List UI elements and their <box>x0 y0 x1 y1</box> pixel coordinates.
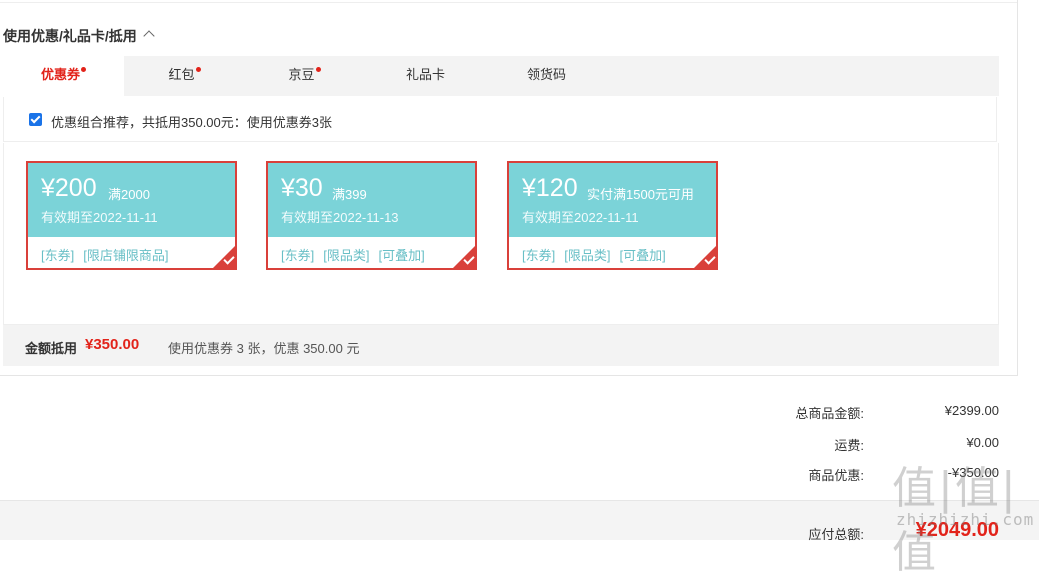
tab-label: 优惠券 <box>40 67 80 82</box>
notification-dot-icon <box>315 67 321 72</box>
coupon-tags: [东券] [限店铺限商品] <box>41 245 177 264</box>
coupon-tags: [东券] [限品类] [可叠加] <box>281 245 434 264</box>
coupon-tag: [东券] <box>41 248 75 263</box>
summary-label: 金额抵用 <box>25 341 78 356</box>
shipping-label: 运费: <box>834 438 864 453</box>
coupon-tag: [东券] <box>281 248 315 263</box>
tab-label: 礼品卡 <box>405 67 445 82</box>
coupon-validity: 有效期至2022-11-11 <box>41 210 158 225</box>
coupon-amount: ¥120 <box>522 174 578 202</box>
coupon-card[interactable]: ¥30 满399 有效期至2022-11-13 [东券] [限品类] [可叠加] <box>266 161 477 270</box>
coupon-amount: ¥30 <box>281 174 323 202</box>
tab-label: 领货码 <box>526 67 566 82</box>
discount-tabs: 优惠券 红包 京豆 礼品卡 领货码 <box>3 56 999 96</box>
coupon-condition: 实付满1500元可用 <box>587 187 694 202</box>
tab-redeem-code[interactable]: 领货码 <box>486 56 607 96</box>
coupon-tag: [可叠加] <box>619 248 666 263</box>
coupon-tags: [东券] [限品类] [可叠加] <box>522 245 675 264</box>
section-title[interactable]: 使用优惠/礼品卡/抵用 <box>3 26 155 46</box>
total-label: 总商品金额: <box>795 406 864 421</box>
combo-recommend-row: 优惠组合推荐，共抵用350.00元：使用优惠券3张 <box>3 97 997 142</box>
coupon-card[interactable]: ¥200 满2000 有效期至2022-11-11 [东券] [限店铺限商品] <box>26 161 237 270</box>
summary-amount: ¥350.00 <box>85 336 140 353</box>
payable-bar: 应付总额: ¥2049.00 <box>0 500 1039 542</box>
summary-description: 使用优惠券 3 张，优惠 350.00 元 <box>168 341 360 356</box>
total-value: ¥2399.00 <box>944 403 999 418</box>
coupon-amount: ¥200 <box>41 174 97 202</box>
coupon-tag: [限店铺限商品] <box>83 248 169 263</box>
coupon-list: ¥200 满2000 有效期至2022-11-11 [东券] [限店铺限商品] ¥… <box>3 143 999 325</box>
discount-label: 商品优惠: <box>808 468 864 483</box>
discount-summary: 金额抵用 ¥350.00 使用优惠券 3 张，优惠 350.00 元 <box>3 325 999 366</box>
notification-dot-icon <box>195 67 201 72</box>
tab-label: 红包 <box>168 67 195 82</box>
shipping-value: ¥0.00 <box>966 435 999 450</box>
combo-checkbox[interactable] <box>29 113 42 126</box>
payable-label: 应付总额: <box>808 527 864 542</box>
tab-coupons[interactable]: 优惠券 <box>3 56 124 96</box>
coupon-tag: [限品类] <box>564 248 611 263</box>
coupon-condition: 满399 <box>332 187 367 202</box>
coupon-validity: 有效期至2022-11-11 <box>522 210 639 225</box>
coupon-validity: 有效期至2022-11-13 <box>281 210 399 225</box>
total-row: 总商品金额: ¥2399.00 <box>759 403 999 423</box>
coupon-tag: [东券] <box>522 248 556 263</box>
notification-dot-icon <box>81 67 86 72</box>
tab-jd-beans[interactable]: 京豆 <box>244 56 365 96</box>
chevron-up-icon[interactable] <box>143 30 155 42</box>
section-title-text: 使用优惠/礼品卡/抵用 <box>3 28 137 44</box>
tab-red-packet[interactable]: 红包 <box>124 56 245 96</box>
tab-gift-card[interactable]: 礼品卡 <box>365 56 486 96</box>
coupon-tag: [可叠加] <box>378 248 425 263</box>
tab-label: 京豆 <box>288 67 315 82</box>
coupon-tag: [限品类] <box>323 248 370 263</box>
combo-text: 优惠组合推荐，共抵用350.00元：使用优惠券3张 <box>51 115 332 130</box>
coupon-condition: 满2000 <box>108 187 150 202</box>
coupon-card[interactable]: ¥120 实付满1500元可用 有效期至2022-11-11 [东券] [限品类]… <box>507 161 718 270</box>
site-watermark-url: zhizhizhi.com <box>896 510 1035 529</box>
